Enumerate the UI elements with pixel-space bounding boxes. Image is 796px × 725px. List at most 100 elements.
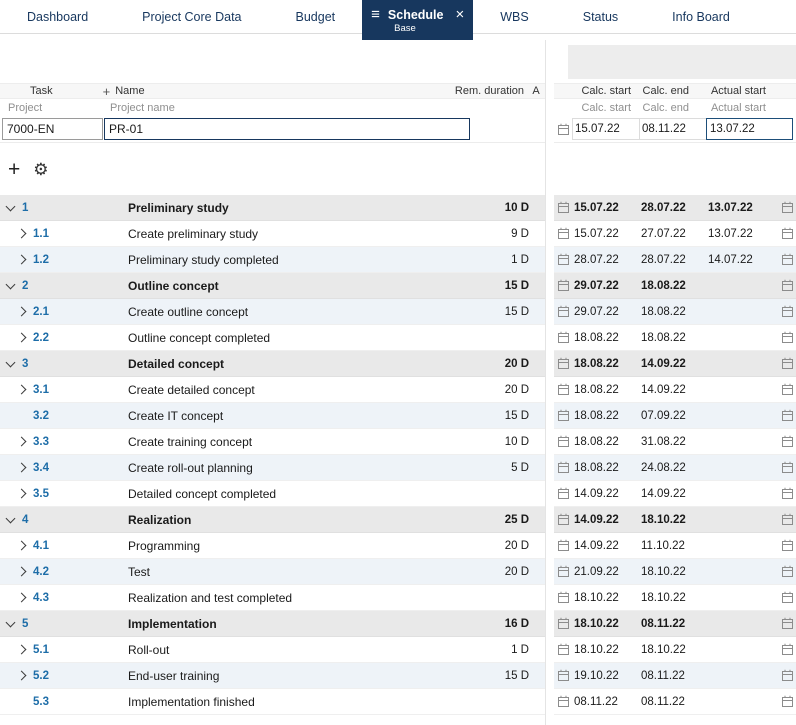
table-row[interactable]: 5 Implementation 16 D bbox=[0, 611, 545, 637]
calendar-icon[interactable] bbox=[778, 695, 796, 708]
tab-wbs[interactable]: WBS bbox=[473, 0, 555, 33]
table-row[interactable]: 3.5 Detailed concept completed bbox=[0, 481, 545, 507]
expand-chevron-icon[interactable] bbox=[16, 436, 27, 447]
calendar-icon[interactable] bbox=[554, 565, 572, 578]
tab-status[interactable]: Status bbox=[556, 0, 645, 33]
project-calc-end-field[interactable]: 08.11.22 bbox=[639, 118, 707, 140]
expand-chevron-icon[interactable] bbox=[5, 201, 16, 212]
column-header-name[interactable]: Name bbox=[115, 85, 144, 97]
expand-chevron-icon[interactable] bbox=[16, 566, 27, 577]
table-row-dates[interactable]: 18.08.22 07.09.22 bbox=[554, 403, 796, 429]
table-row-dates[interactable]: 18.08.22 18.08.22 bbox=[554, 325, 796, 351]
table-row-dates[interactable]: 18.10.22 18.10.22 bbox=[554, 637, 796, 663]
column-header-a[interactable]: A bbox=[530, 85, 542, 97]
calendar-icon[interactable] bbox=[778, 305, 796, 318]
table-row-dates[interactable]: 21.09.22 18.10.22 bbox=[554, 559, 796, 585]
calendar-icon[interactable] bbox=[778, 435, 796, 448]
column-header-rem-duration[interactable]: Rem. duration bbox=[455, 85, 524, 97]
expand-chevron-icon[interactable] bbox=[16, 592, 27, 603]
expand-chevron-icon[interactable] bbox=[16, 228, 27, 239]
table-row-dates[interactable]: 29.07.22 18.08.22 bbox=[554, 273, 796, 299]
calendar-icon[interactable] bbox=[778, 201, 796, 214]
pane-splitter[interactable] bbox=[546, 40, 554, 725]
table-row[interactable]: 4.2 Test 20 D bbox=[0, 559, 545, 585]
calendar-icon[interactable] bbox=[778, 227, 796, 240]
settings-button[interactable]: ⚙ bbox=[33, 161, 48, 178]
add-column-icon[interactable]: + bbox=[103, 85, 111, 98]
table-row[interactable]: 4.1 Programming 20 D bbox=[0, 533, 545, 559]
calendar-icon[interactable] bbox=[778, 669, 796, 682]
calendar-icon[interactable] bbox=[554, 513, 572, 526]
table-row[interactable]: 4.3 Realization and test completed bbox=[0, 585, 545, 611]
expand-chevron-icon[interactable] bbox=[5, 513, 16, 524]
calendar-icon[interactable] bbox=[554, 669, 572, 682]
table-row-dates[interactable]: 18.08.22 14.09.22 bbox=[554, 377, 796, 403]
calendar-icon[interactable] bbox=[778, 331, 796, 344]
calendar-icon[interactable] bbox=[778, 279, 796, 292]
table-row[interactable]: 3.1 Create detailed concept 20 D bbox=[0, 377, 545, 403]
expand-chevron-icon[interactable] bbox=[5, 279, 16, 290]
calendar-icon[interactable] bbox=[554, 695, 572, 708]
expand-chevron-icon[interactable] bbox=[16, 254, 27, 265]
calendar-icon[interactable] bbox=[554, 357, 572, 370]
calendar-icon[interactable] bbox=[554, 331, 572, 344]
table-row[interactable]: 2.2 Outline concept completed bbox=[0, 325, 545, 351]
calendar-icon[interactable] bbox=[554, 591, 572, 604]
calendar-icon[interactable] bbox=[554, 461, 572, 474]
table-row[interactable]: 4 Realization 25 D bbox=[0, 507, 545, 533]
calendar-icon[interactable] bbox=[554, 123, 572, 136]
table-row[interactable]: 1.1 Create preliminary study 9 D bbox=[0, 221, 545, 247]
calendar-icon[interactable] bbox=[778, 487, 796, 500]
table-row[interactable]: 5.1 Roll-out 1 D bbox=[0, 637, 545, 663]
table-row[interactable]: 3 Detailed concept 20 D bbox=[0, 351, 545, 377]
column-header-calc-end[interactable]: Calc. end bbox=[639, 85, 706, 97]
calendar-icon[interactable] bbox=[778, 383, 796, 396]
calendar-icon[interactable] bbox=[554, 487, 572, 500]
tab-dashboard[interactable]: Dashboard bbox=[0, 0, 115, 33]
calendar-icon[interactable] bbox=[554, 643, 572, 656]
expand-chevron-icon[interactable] bbox=[16, 540, 27, 551]
calendar-icon[interactable] bbox=[778, 409, 796, 422]
table-row[interactable]: 3.4 Create roll-out planning 5 D bbox=[0, 455, 545, 481]
table-row[interactable]: 2 Outline concept 15 D bbox=[0, 273, 545, 299]
add-task-button[interactable]: + bbox=[8, 159, 20, 180]
table-row-dates[interactable]: 28.07.22 28.07.22 14.07.22 bbox=[554, 247, 796, 273]
calendar-icon[interactable] bbox=[554, 435, 572, 448]
table-row[interactable]: 3.3 Create training concept 10 D bbox=[0, 429, 545, 455]
tab-project-core-data[interactable]: Project Core Data bbox=[115, 0, 268, 33]
calendar-icon[interactable] bbox=[778, 617, 796, 630]
table-row-dates[interactable]: 18.10.22 08.11.22 bbox=[554, 611, 796, 637]
table-row[interactable]: 2.1 Create outline concept 15 D bbox=[0, 299, 545, 325]
table-row-dates[interactable]: 08.11.22 08.11.22 bbox=[554, 689, 796, 715]
calendar-icon[interactable] bbox=[554, 617, 572, 630]
calendar-icon[interactable] bbox=[554, 201, 572, 214]
project-calc-start-field[interactable]: 15.07.22 bbox=[572, 118, 640, 140]
expand-chevron-icon[interactable] bbox=[16, 306, 27, 317]
calendar-icon[interactable] bbox=[778, 565, 796, 578]
table-row[interactable]: 1 Preliminary study 10 D bbox=[0, 195, 545, 221]
menu-icon[interactable]: ≡ bbox=[371, 7, 380, 22]
expand-chevron-icon[interactable] bbox=[16, 488, 27, 499]
table-row[interactable]: 3.2 Create IT concept 15 D bbox=[0, 403, 545, 429]
close-icon[interactable]: × bbox=[455, 7, 464, 22]
calendar-icon[interactable] bbox=[778, 513, 796, 526]
calendar-icon[interactable] bbox=[554, 253, 572, 266]
calendar-icon[interactable] bbox=[554, 305, 572, 318]
table-row-dates[interactable]: 14.09.22 18.10.22 bbox=[554, 507, 796, 533]
calendar-icon[interactable] bbox=[554, 539, 572, 552]
table-row-dates[interactable]: 18.08.22 31.08.22 bbox=[554, 429, 796, 455]
calendar-icon[interactable] bbox=[778, 461, 796, 474]
project-id-field[interactable]: 7000-EN bbox=[2, 118, 103, 140]
column-header-actual-start[interactable]: Actual start bbox=[706, 85, 778, 97]
tab-info-board[interactable]: Info Board bbox=[645, 0, 757, 33]
calendar-icon[interactable] bbox=[778, 357, 796, 370]
calendar-icon[interactable] bbox=[554, 279, 572, 292]
calendar-icon[interactable] bbox=[778, 539, 796, 552]
table-row-dates[interactable]: 14.09.22 11.10.22 bbox=[554, 533, 796, 559]
table-row-dates[interactable]: 18.08.22 14.09.22 bbox=[554, 351, 796, 377]
tab-schedule[interactable]: ≡ Schedule × Base bbox=[362, 0, 474, 40]
expand-chevron-icon[interactable] bbox=[16, 670, 27, 681]
table-row[interactable]: 5.3 Implementation finished bbox=[0, 689, 545, 715]
table-row-dates[interactable]: 15.07.22 28.07.22 13.07.22 bbox=[554, 195, 796, 221]
column-header-calc-start[interactable]: Calc. start bbox=[572, 85, 639, 97]
